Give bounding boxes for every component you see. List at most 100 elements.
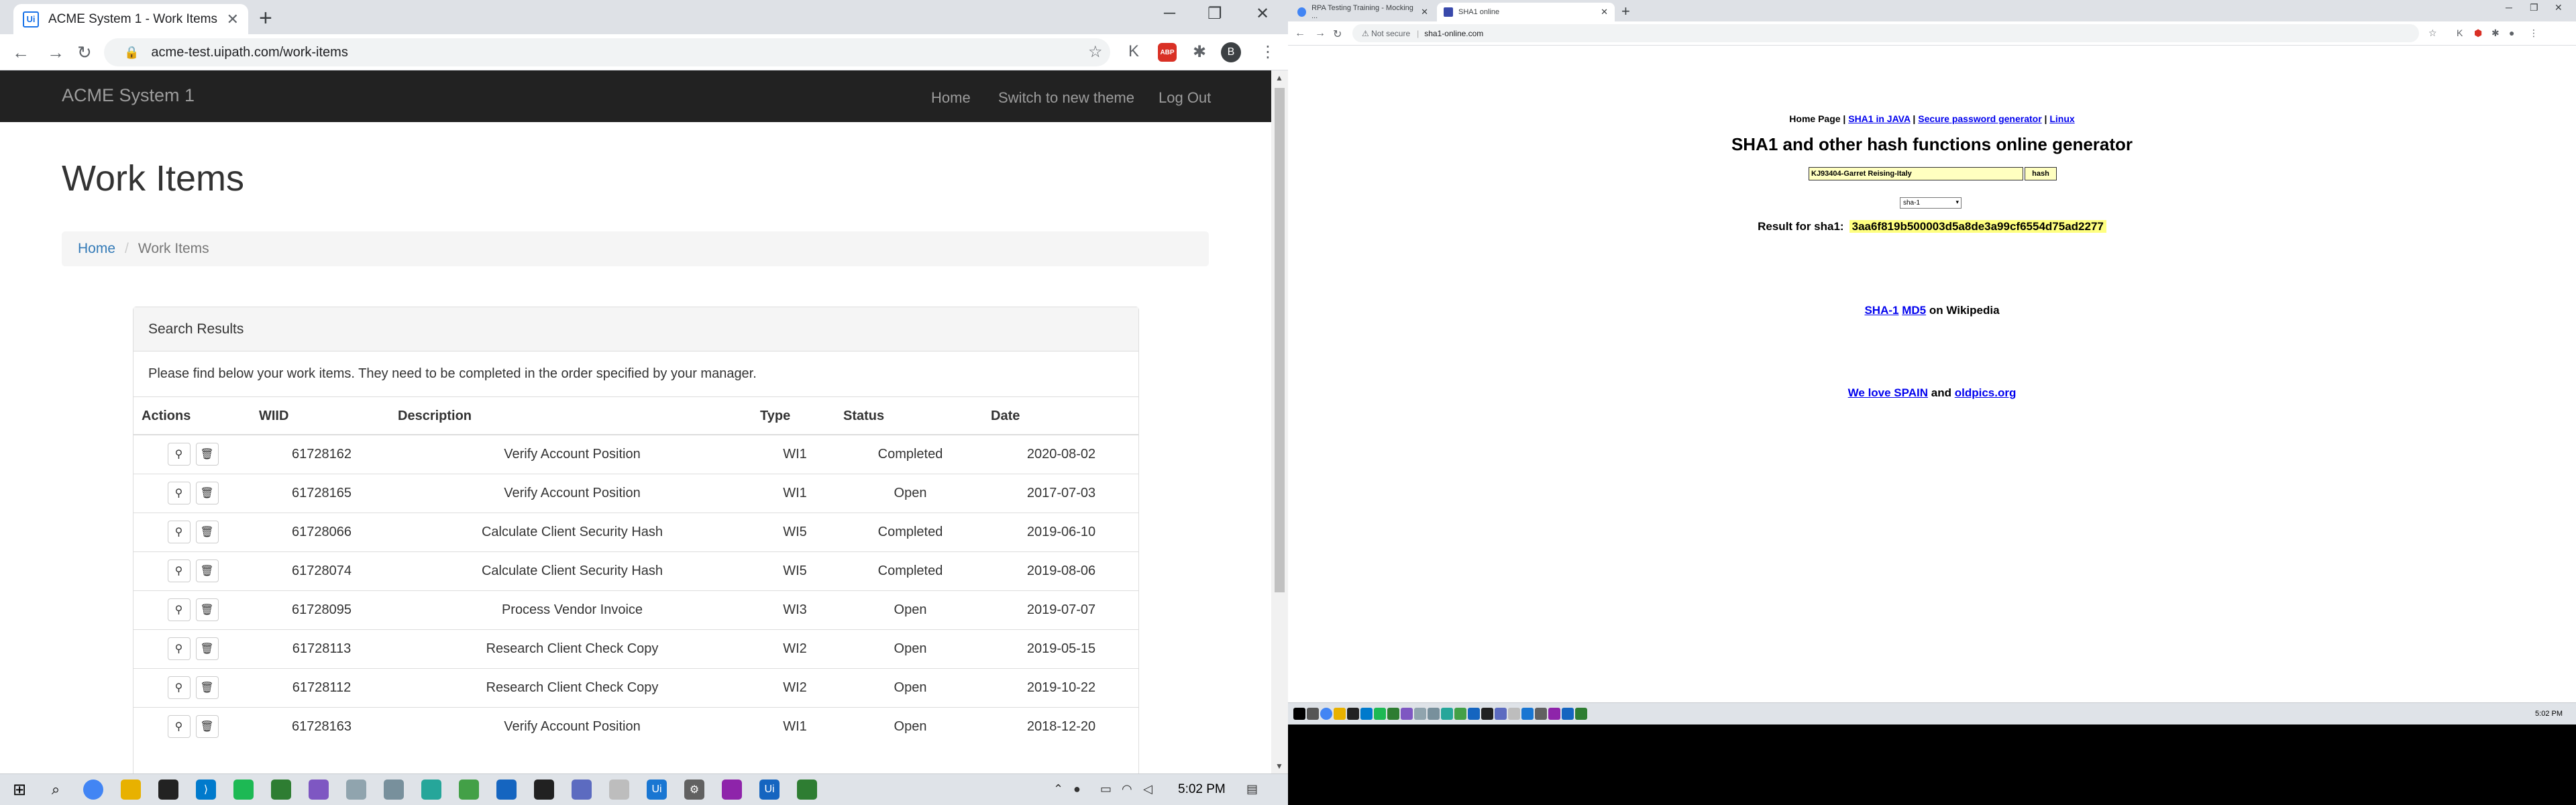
chrome-icon[interactable]	[1320, 708, 1332, 720]
view-search-icon[interactable]: ⚲	[167, 715, 191, 739]
app-leaf-icon[interactable]	[459, 780, 479, 800]
teams-icon[interactable]	[572, 780, 592, 800]
windows-start-icon[interactable]: ⊞	[9, 780, 30, 800]
terminal-icon[interactable]	[1347, 708, 1359, 720]
extension-k-icon[interactable]: K	[2457, 28, 2463, 38]
minimize-icon[interactable]: ─	[1164, 4, 1175, 23]
restore-icon[interactable]: ❐	[1208, 4, 1222, 23]
view-search-icon[interactable]: ⚲	[167, 676, 191, 699]
profile-avatar-icon[interactable]: ●	[2509, 28, 2514, 38]
delete-trash-icon[interactable]: 🗑	[195, 715, 219, 739]
tray-app-icon[interactable]: ●	[1073, 782, 1081, 796]
steam-icon[interactable]	[1481, 708, 1493, 720]
view-search-icon[interactable]: ⚲	[167, 443, 191, 466]
app-purple-icon[interactable]	[1401, 708, 1413, 720]
uipath-studio-icon[interactable]: Ui	[647, 780, 667, 800]
reload-icon[interactable]: ↻	[1333, 28, 1342, 41]
close-tab-icon[interactable]: ✕	[1601, 7, 1608, 17]
scrollbar-thumb[interactable]	[1275, 88, 1285, 592]
file-explorer-icon[interactable]	[121, 780, 141, 800]
uipath-robot-icon[interactable]: Ui	[759, 780, 780, 800]
extensions-puzzle-icon[interactable]: ✱	[1193, 42, 1206, 62]
reload-icon[interactable]: ↻	[77, 42, 92, 63]
scroll-down-icon[interactable]: ▼	[1275, 761, 1283, 771]
profile-avatar-icon[interactable]: B	[1221, 42, 1241, 62]
extensions-puzzle-icon[interactable]: ✱	[2491, 28, 2500, 39]
delete-trash-icon[interactable]: 🗑	[195, 482, 219, 504]
terminal-icon[interactable]	[158, 780, 178, 800]
steam-icon[interactable]	[534, 780, 554, 800]
vscode-icon[interactable]: ⟩	[196, 780, 216, 800]
app-magenta-icon[interactable]	[1548, 708, 1560, 720]
app-green-square-icon[interactable]	[1575, 708, 1587, 720]
app-purple-icon[interactable]	[309, 780, 329, 800]
nav-logout-link[interactable]: Log Out	[1159, 89, 1211, 107]
app-leaf-icon[interactable]	[1454, 708, 1466, 720]
app-dark-green-icon[interactable]	[1387, 708, 1399, 720]
app-slate-icon[interactable]	[384, 780, 404, 800]
back-icon[interactable]: ←	[12, 42, 30, 63]
close-window-icon[interactable]: ✕	[1256, 4, 1269, 23]
app-slate-icon[interactable]	[1428, 708, 1440, 720]
view-search-icon[interactable]: ⚲	[167, 521, 191, 543]
page-scrollbar[interactable]: ▲ ▼	[1271, 70, 1288, 773]
close-tab-icon[interactable]: ✕	[1421, 7, 1428, 17]
vscode-icon[interactable]	[1360, 708, 1373, 720]
delete-trash-icon[interactable]: 🗑	[195, 676, 219, 699]
view-search-icon[interactable]: ⚲	[167, 598, 191, 621]
settings-gear-icon[interactable]	[1535, 708, 1547, 720]
file-explorer-icon[interactable]	[1334, 708, 1346, 720]
secure-password-link[interactable]: Secure password generator	[1918, 113, 2041, 124]
delete-trash-icon[interactable]: 🗑	[195, 559, 219, 582]
close-window-icon[interactable]: ✕	[2555, 2, 2563, 13]
algorithm-select[interactable]: sha-1 ▾	[1900, 197, 1962, 209]
app-grey-icon[interactable]	[1414, 708, 1426, 720]
uipath-robot-icon[interactable]	[1562, 708, 1574, 720]
menu-kebab-icon[interactable]: ⋮	[1260, 42, 1276, 62]
close-tab-icon[interactable]: ✕	[227, 11, 239, 28]
uipath-studio-icon[interactable]	[1521, 708, 1534, 720]
back-icon[interactable]: ←	[1295, 28, 1305, 40]
app-green-icon[interactable]	[1374, 708, 1386, 720]
delete-trash-icon[interactable]: 🗑	[195, 521, 219, 543]
brand-link[interactable]: ACME System 1	[62, 85, 195, 106]
delete-trash-icon[interactable]: 🗑	[195, 443, 219, 466]
app-blue-icon[interactable]	[1468, 708, 1480, 720]
view-search-icon[interactable]: ⚲	[167, 559, 191, 582]
restore-icon[interactable]: ❐	[2530, 2, 2538, 13]
tab-rpa-training[interactable]: RPA Testing Training - Mocking ... ✕	[1291, 3, 1435, 21]
search-icon[interactable]: ⌕	[46, 780, 66, 800]
taskbar-clock[interactable]: 5:02 PM	[2535, 710, 2563, 718]
clock-app-icon[interactable]	[1508, 708, 1520, 720]
sha1-wiki-link[interactable]: SHA-1	[1864, 304, 1898, 317]
adblock-icon[interactable]: ABP	[1158, 43, 1177, 62]
volume-icon[interactable]: ◁	[1143, 782, 1152, 796]
bookmark-star-icon[interactable]: ☆	[2428, 28, 2437, 39]
notification-icon[interactable]: ▤	[1246, 782, 1258, 796]
app-teal-icon[interactable]	[421, 780, 441, 800]
app-blue-icon[interactable]	[496, 780, 517, 800]
sha1-java-link[interactable]: SHA1 in JAVA	[1848, 113, 1910, 124]
delete-trash-icon[interactable]: 🗑	[195, 637, 219, 660]
adblock-icon[interactable]: ⬢	[2474, 28, 2482, 39]
app-magenta-icon[interactable]	[722, 780, 742, 800]
breadcrumb-home-link[interactable]: Home	[78, 241, 115, 257]
md5-wiki-link[interactable]: MD5	[1902, 304, 1926, 317]
wifi-icon[interactable]: ◠	[1122, 782, 1132, 796]
delete-trash-icon[interactable]: 🗑	[195, 598, 219, 621]
battery-icon[interactable]: ▭	[1100, 782, 1112, 796]
taskbar-clock[interactable]: 5:02 PM	[1178, 782, 1226, 797]
nav-switch-theme-link[interactable]: Switch to new theme	[998, 89, 1134, 107]
new-tab-icon[interactable]: +	[1621, 3, 1630, 20]
clock-app-icon[interactable]	[609, 780, 629, 800]
hash-button[interactable]: hash	[2025, 167, 2057, 180]
hash-input[interactable]: KJ93404-Garret Reising-Italy	[1809, 167, 2023, 180]
new-tab-icon[interactable]: +	[259, 7, 272, 30]
linux-link[interactable]: Linux	[2049, 113, 2074, 124]
windows-start-icon[interactable]	[1293, 708, 1305, 720]
nav-home-link[interactable]: Home	[931, 89, 971, 107]
app-green-icon[interactable]	[233, 780, 254, 800]
app-dark-green-icon[interactable]	[271, 780, 291, 800]
menu-kebab-icon[interactable]: ⋮	[2529, 28, 2538, 39]
extension-k-icon[interactable]: K	[1128, 42, 1139, 61]
